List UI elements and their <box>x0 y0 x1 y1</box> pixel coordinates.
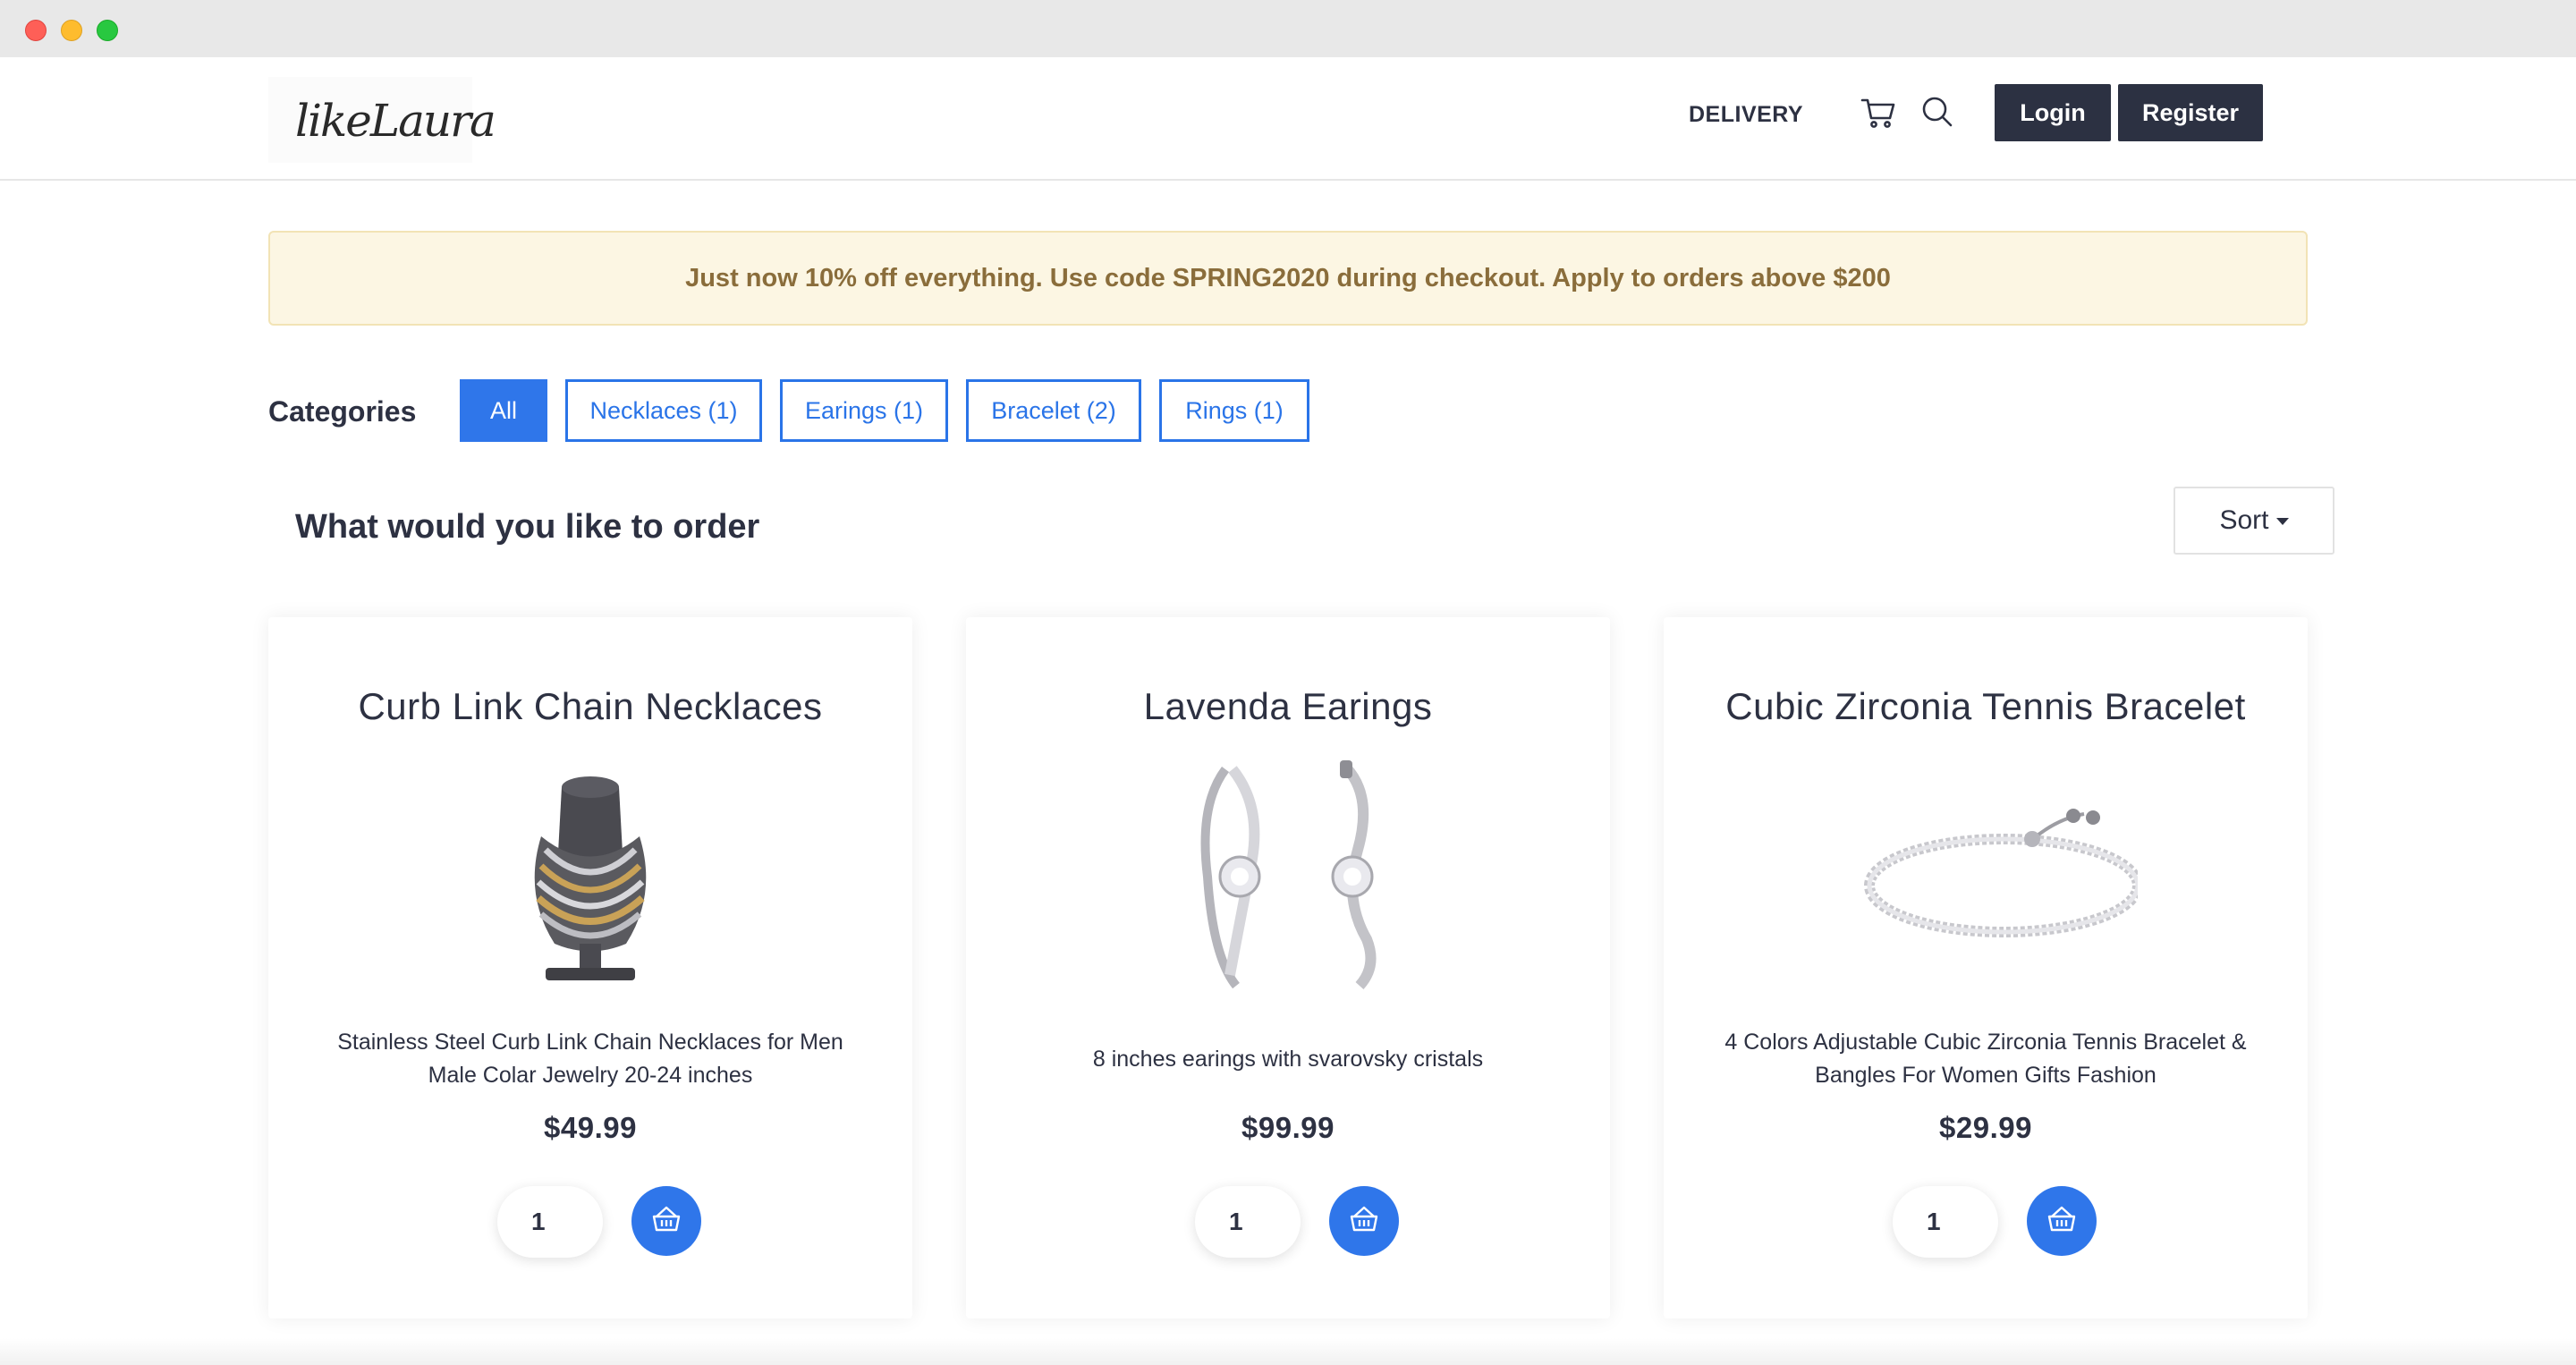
basket-icon <box>652 1206 681 1232</box>
product-title: Curb Link Chain Necklaces <box>358 685 823 727</box>
close-window-button[interactable] <box>25 20 47 41</box>
site-logo[interactable]: likeLaura <box>268 77 496 163</box>
maximize-window-button[interactable] <box>97 20 118 41</box>
bracelet-image <box>1852 751 2138 1002</box>
product-title: Lavenda Earings <box>1143 685 1433 727</box>
quantity-input[interactable] <box>1893 1186 1998 1258</box>
category-earings-button[interactable]: Earings (1) <box>780 379 948 442</box>
category-necklaces-button[interactable]: Necklaces (1) <box>565 379 762 442</box>
sort-dropdown[interactable]: Sort <box>2174 487 2334 555</box>
site-header: likeLaura DELIVERY Login Register <box>0 57 2576 181</box>
quantity-input[interactable] <box>497 1186 603 1258</box>
basket-icon <box>1350 1206 1378 1232</box>
product-title: Cubic Zirconia Tennis Bracelet <box>1725 685 2246 727</box>
categories-label: Categories <box>268 395 417 428</box>
product-description: 4 Colors Adjustable Cubic Zirconia Tenni… <box>1724 1030 2247 1088</box>
nav-delivery-link[interactable]: DELIVERY <box>1689 102 1803 128</box>
product-price: $29.99 <box>1939 1111 2032 1144</box>
category-rings-button[interactable]: Rings (1) <box>1159 379 1309 442</box>
window-bottom-edge <box>0 1338 2576 1365</box>
product-card: Lavenda Earings 8 inches earings with sv… <box>966 617 1610 1318</box>
caret-down-icon <box>2275 518 2289 526</box>
window-titlebar <box>0 0 2576 57</box>
product-card: Curb Link Chain Necklaces Stainless Stee… <box>268 617 912 1318</box>
category-all-button[interactable]: All <box>460 379 547 442</box>
add-to-basket-button[interactable] <box>631 1186 701 1256</box>
basket-icon <box>2047 1206 2076 1232</box>
sort-label: Sort <box>2219 505 2269 535</box>
search-button[interactable] <box>1918 93 1957 132</box>
promo-banner: Just now 10% off everything. Use code SP… <box>268 231 2308 326</box>
minimize-window-button[interactable] <box>61 20 82 41</box>
cart-icon <box>1860 98 1895 128</box>
page-heading: What would you like to order <box>295 508 760 546</box>
category-bracelet-button[interactable]: Bracelet (2) <box>966 379 1141 442</box>
add-to-basket-button[interactable] <box>2027 1186 2097 1256</box>
product-card: Cubic Zirconia Tennis Bracelet 4 Colors … <box>1664 617 2308 1318</box>
product-description: Stainless Steel Curb Link Chain Necklace… <box>337 1030 843 1088</box>
register-button[interactable]: Register <box>2118 84 2263 141</box>
product-price: $99.99 <box>1241 1111 1335 1144</box>
cart-button[interactable] <box>1859 93 1898 132</box>
necklace-image <box>456 751 724 1002</box>
quantity-input[interactable] <box>1195 1186 1301 1258</box>
logo-text: likeLaura <box>295 95 496 147</box>
add-to-basket-button[interactable] <box>1329 1186 1399 1256</box>
earrings-image <box>1154 751 1422 1002</box>
search-icon <box>1922 97 1953 127</box>
product-price: $49.99 <box>544 1111 637 1144</box>
login-button[interactable]: Login <box>1995 84 2111 141</box>
product-description: 8 inches earings with svarovsky cristals <box>1092 1046 1484 1072</box>
